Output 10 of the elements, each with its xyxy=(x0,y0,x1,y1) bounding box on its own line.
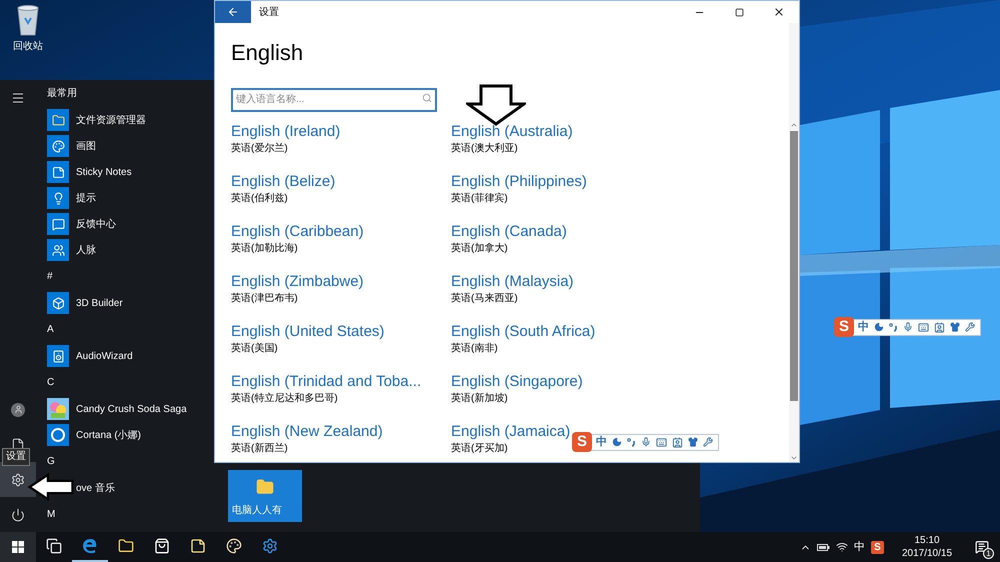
page-heading: English xyxy=(231,40,304,66)
group-header: M xyxy=(47,508,56,522)
window-title: 设置 xyxy=(259,6,279,20)
group-header: # xyxy=(47,270,53,284)
notification-badge: 1 xyxy=(983,548,994,559)
group-header: A xyxy=(47,323,54,337)
group-header: 最常用 xyxy=(47,86,77,101)
group-header: C xyxy=(47,376,54,390)
tooltip: 设置 xyxy=(2,448,30,466)
group-header: G xyxy=(47,455,55,469)
